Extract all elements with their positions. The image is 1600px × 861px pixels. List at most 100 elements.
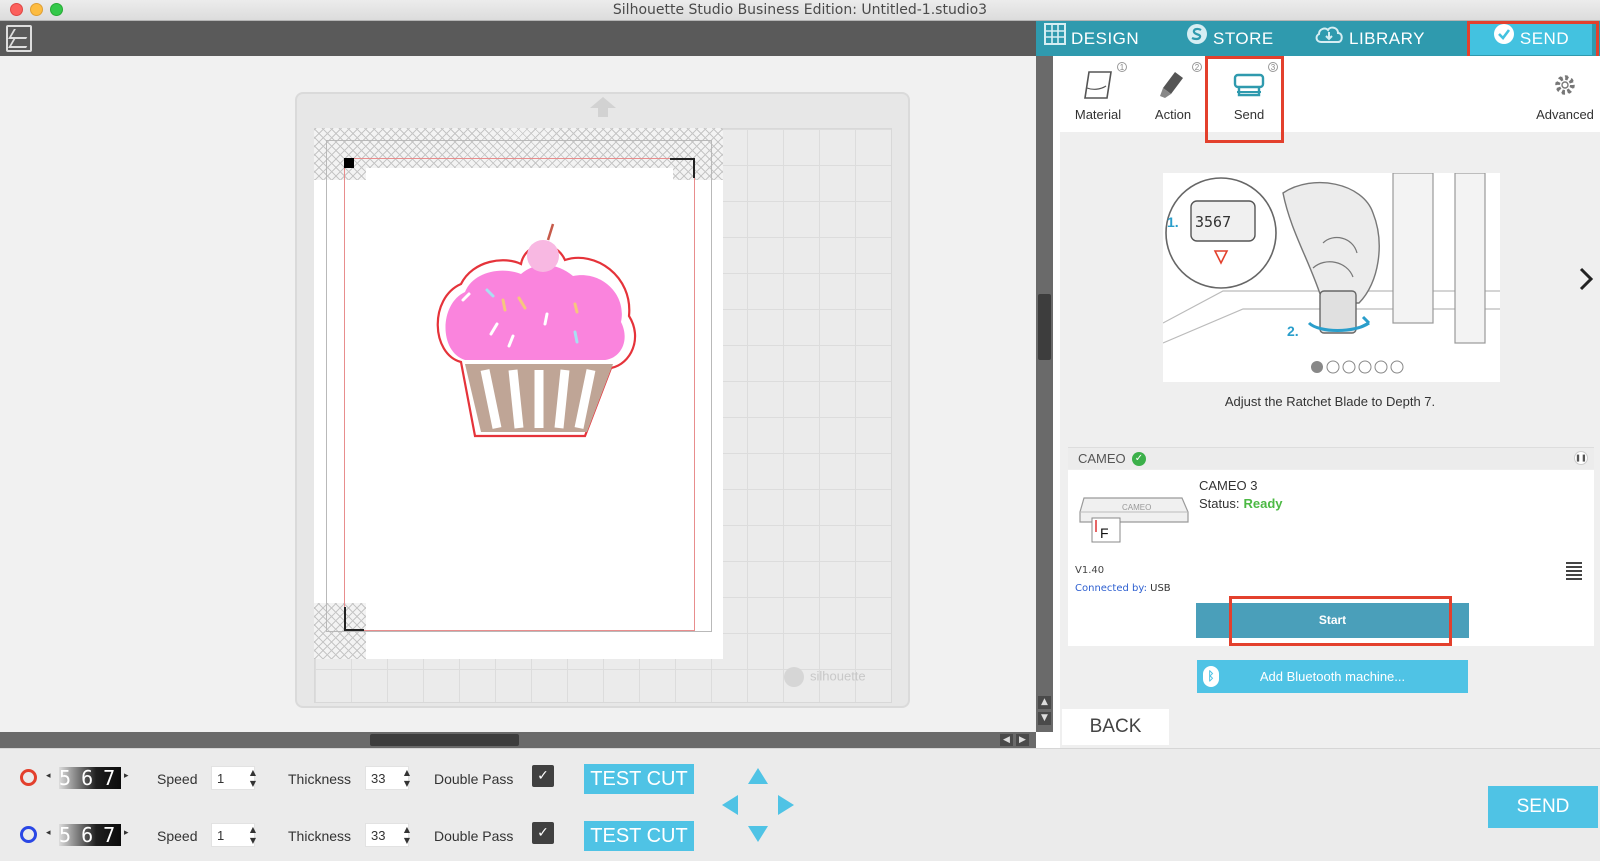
cut-settings-row: ◂ 5 6 7 8 9 ▸ Speed 1 ▲▼ Thickness 33 ▲▼… (0, 815, 1600, 855)
registration-mark-top-right (670, 158, 695, 178)
double-pass-label: Double Pass (434, 771, 514, 787)
step-material[interactable]: 1 Material (1063, 62, 1133, 122)
step-send-label: Send (1233, 107, 1265, 122)
scroll-down-button[interactable]: ▼ (1038, 712, 1051, 725)
thickness-stepper[interactable]: 33 ▲ ▼ (365, 823, 410, 847)
machine-model: CAMEO 3 (1199, 478, 1258, 493)
thickness-label: Thickness (288, 771, 352, 787)
cameo-machine-image: CAMEO F (1079, 497, 1189, 543)
blade-depth-value: 5 6 7 8 9 (59, 767, 121, 789)
speed-stepper[interactable]: 1 ▲ ▼ (211, 766, 256, 790)
thickness-label: Thickness (288, 828, 352, 844)
machine-header: CAMEO ✓ ❚❚ (1068, 447, 1594, 469)
stepper-arrows-icon[interactable]: ▲ ▼ (404, 767, 410, 789)
tab-library-label: LIBRARY (1349, 29, 1425, 48)
depth-increase-arrow-icon[interactable]: ▸ (124, 828, 129, 838)
silhouette-logo-icon (784, 667, 804, 687)
test-cut-button[interactable]: TEST CUT (584, 764, 694, 794)
step-action[interactable]: 2 Action (1138, 62, 1208, 122)
connected-check-icon: ✓ (1132, 452, 1146, 466)
step-material-label: Material (1074, 107, 1122, 122)
horizontal-scrollbar[interactable]: ◀ ▶ (0, 732, 1036, 748)
blade-depth-dial[interactable]: ◂ 5 6 7 8 9 ▸ (45, 824, 131, 846)
machine-status: Status: Ready (1199, 496, 1283, 511)
speed-label: Speed (157, 828, 198, 844)
step-advanced-label: Advanced (1536, 107, 1594, 122)
red-line-color-swatch[interactable] (20, 769, 37, 786)
silhouette-s-icon (1186, 22, 1208, 57)
instruction-caption: Adjust the Ratchet Blade to Depth 7. (1224, 394, 1436, 409)
step-2-label: 2. (1287, 323, 1299, 339)
speed-value: 1 (217, 771, 225, 786)
firmware-version: V1.40 (1075, 565, 1105, 576)
scroll-left-button[interactable]: ◀ (1000, 734, 1013, 746)
thickness-stepper[interactable]: 33 ▲ ▼ (365, 766, 410, 790)
tab-library[interactable]: LIBRARY (1314, 21, 1425, 56)
blade-move-dpad[interactable] (720, 766, 796, 844)
pause-icon[interactable]: ❚❚ (1574, 451, 1588, 465)
tab-design[interactable]: DESIGN (1044, 21, 1139, 56)
stepper-arrows-icon[interactable]: ▲ ▼ (250, 824, 256, 846)
connection-info: Connected by: USB (1075, 583, 1171, 594)
vertical-scrollbar[interactable]: ▲ ▼ (1036, 56, 1053, 732)
depth-decrease-arrow-icon[interactable]: ◂ (46, 828, 51, 838)
speed-label: Speed (157, 771, 198, 787)
silhouette-watermark: silhouette (784, 667, 866, 687)
depth-decrease-arrow-icon[interactable]: ◂ (46, 771, 51, 781)
window-title: Silhouette Studio Business Edition: Unti… (612, 2, 988, 18)
dial-digits: 3567 (1195, 213, 1231, 231)
next-slide-chevron-icon[interactable] (1577, 266, 1595, 292)
stepper-arrows-icon[interactable]: ▲ ▼ (250, 767, 256, 789)
vertical-scroll-thumb[interactable] (1038, 294, 1051, 360)
speed-stepper[interactable]: 1 ▲ ▼ (211, 823, 256, 847)
depth-increase-arrow-icon[interactable]: ▸ (124, 771, 129, 781)
back-button[interactable]: BACK (1062, 709, 1169, 745)
add-bluetooth-machine-button[interactable]: ᛒ Add Bluetooth machine... (1197, 660, 1468, 693)
move-up-arrow-icon[interactable] (748, 768, 768, 784)
double-pass-checkbox[interactable]: ✓ (532, 765, 554, 787)
material-icon (1084, 71, 1112, 99)
speed-value: 1 (217, 828, 225, 843)
cloud-icon (1314, 22, 1344, 57)
tab-store[interactable]: STORE (1186, 21, 1274, 56)
gear-icon (1555, 75, 1575, 95)
machine-image-letter: F (1100, 525, 1109, 541)
step-number: 1 (1117, 62, 1127, 72)
connection-label: Connected by: (1075, 583, 1147, 594)
thickness-value: 33 (371, 828, 386, 843)
blade-action-icon (1160, 72, 1183, 98)
grid-icon (1044, 22, 1066, 57)
cupcake-design[interactable] (435, 220, 645, 454)
registration-mark-square (344, 158, 354, 168)
start-button[interactable]: Start (1196, 603, 1469, 638)
double-pass-checkbox[interactable]: ✓ (532, 822, 554, 844)
cut-settings-bar: ◂ 5 6 7 8 9 ▸ Speed 1 ▲▼ Thickness 33 ▲▼… (0, 748, 1600, 861)
scroll-right-button[interactable]: ▶ (1016, 734, 1029, 746)
machine-status-value: Ready (1243, 496, 1283, 511)
move-right-arrow-icon[interactable] (778, 795, 794, 815)
move-left-arrow-icon[interactable] (722, 795, 738, 815)
step-send[interactable]: 3 Send (1214, 62, 1284, 122)
test-cut-button[interactable]: TEST CUT (584, 821, 694, 851)
ratchet-blade-illustration: 2. 3567 1. (1163, 173, 1500, 382)
tab-design-label: DESIGN (1071, 29, 1140, 48)
blade-depth-dial[interactable]: ◂ 5 6 7 8 9 ▸ (45, 767, 131, 789)
app-toolbar (0, 21, 1036, 56)
scroll-up-button[interactable]: ▲ (1038, 696, 1051, 709)
stepper-arrows-icon[interactable]: ▲ ▼ (404, 824, 410, 846)
top-nav: DESIGN STORE LIBRARY SEND (1036, 21, 1600, 56)
registration-mark-bottom-left (344, 607, 364, 631)
send-button[interactable]: SEND (1488, 786, 1598, 828)
cutter-send-icon (1233, 73, 1265, 97)
step-advanced[interactable]: Advanced (1530, 62, 1600, 122)
blue-line-color-swatch[interactable] (20, 826, 37, 843)
horizontal-scroll-thumb[interactable] (370, 734, 519, 746)
tab-send[interactable]: SEND (1470, 22, 1592, 55)
watermark-text: silhouette (810, 668, 866, 684)
move-down-arrow-icon[interactable] (748, 826, 768, 842)
machine-menu-icon[interactable] (1566, 562, 1582, 582)
blade-depth-value: 5 6 7 8 9 (59, 824, 121, 846)
step-number: 3 (1268, 62, 1278, 72)
silhouette-logo-icon[interactable] (6, 25, 32, 52)
double-pass-label: Double Pass (434, 828, 514, 844)
